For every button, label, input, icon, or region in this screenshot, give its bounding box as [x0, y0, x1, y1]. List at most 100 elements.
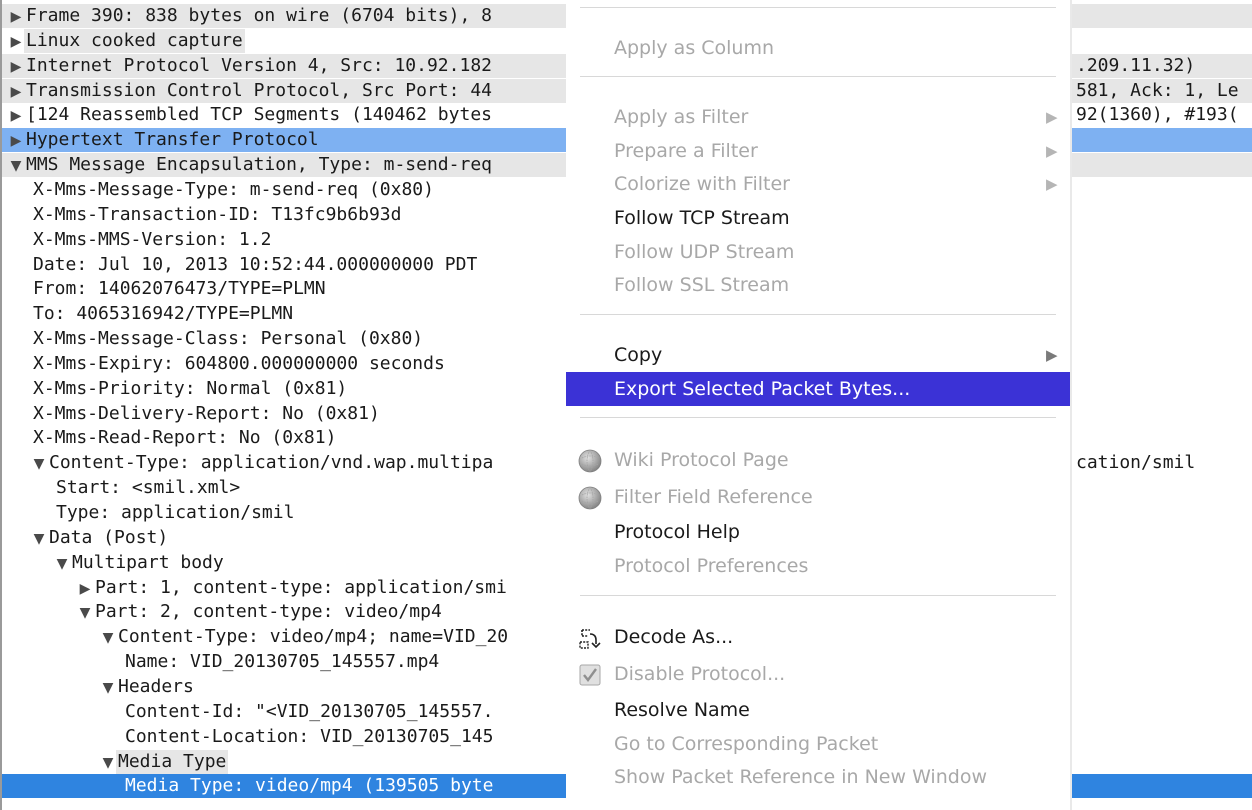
expand-right-icon[interactable]: ▶ [8, 55, 24, 78]
submenu-arrow-icon: ▶ [1046, 142, 1058, 160]
menu-item-label: Filter Field Reference [614, 486, 813, 508]
menu-item-prepare-a-filter[interactable]: Prepare a Filter ▶ [566, 134, 1070, 168]
expand-down-icon[interactable]: ▼ [54, 552, 70, 575]
menu-item-show-packet-reference-in-new-window[interactable]: Show Packet Reference in New Window [566, 760, 1070, 794]
tree-row-label: To: 4065316942/TYPE=PLMN [33, 303, 294, 325]
tree-row-label: Linux cooked capture [24, 28, 245, 53]
menu-item-copy[interactable]: Copy ▶ [566, 338, 1070, 372]
menu-separator [580, 7, 1056, 8]
tree-row-overflow-text: 92(1360), #193( [1076, 104, 1239, 126]
tree-row-label: MMS Message Encapsulation, Type: m-send-… [26, 154, 492, 176]
tree-row-label: Content-Type: application/vnd.wap.multip… [49, 452, 494, 474]
tree-row-label: Content-Type: video/mp4; name=VID_20 [118, 626, 509, 648]
tree-row-label: X-Mms-Message-Type: m-send-req (0x80) [33, 178, 434, 200]
tree-row-label: X-Mms-MMS-Version: 1.2 [33, 228, 272, 250]
menu-separator [580, 595, 1056, 596]
menu-item-label: Show Packet Reference in New Window [614, 766, 987, 788]
expand-right-icon[interactable]: ▶ [8, 30, 24, 53]
tree-row-label: Headers [118, 675, 194, 697]
menu-item-protocol-preferences[interactable]: Protocol Preferences [566, 549, 1070, 583]
globe-icon [578, 486, 602, 510]
tree-row-label: Type: application/smil [56, 502, 295, 523]
menu-item-label: Copy [614, 344, 663, 366]
expand-right-icon[interactable]: ▶ [8, 129, 24, 152]
tree-row-label: Media Type [116, 749, 229, 774]
tree-row-label: Media Type: video/mp4 (139505 byte [125, 775, 494, 797]
menu-item-label: Colorize with Filter [614, 173, 790, 195]
tree-row-label: Date: Jul 10, 2013 10:52:44.000000000 PD… [33, 253, 478, 275]
tree-row-label: Content-Id: "<VID_20130705_145557. [125, 700, 494, 722]
globe-icon [578, 449, 602, 473]
expand-down-icon[interactable]: ▼ [77, 601, 93, 624]
menu-item-apply-as-filter[interactable]: Apply as Filter ▶ [566, 100, 1070, 134]
menu-item-protocol-help[interactable]: Protocol Help [566, 515, 1070, 549]
tree-row-label: Transmission Control Protocol, Src Port:… [26, 79, 492, 101]
tree-row-label: [124 Reassembled TCP Segments (140462 by… [26, 104, 492, 126]
menu-item-follow-tcp-stream[interactable]: Follow TCP Stream [566, 201, 1070, 235]
tree-row-label: X-Mms-Expiry: 604800.000000000 seconds [33, 352, 445, 374]
expand-down-icon[interactable]: ▼ [100, 676, 116, 699]
menu-item-follow-ssl-stream[interactable]: Follow SSL Stream [566, 268, 1070, 302]
menu-item-decode-as[interactable]: Decode As... [566, 620, 1070, 654]
menu-item-label: Prepare a Filter [614, 140, 758, 162]
tree-row-overflow-text: cation/smil [1076, 452, 1196, 474]
tree-row-label: X-Mms-Message-Class: Personal (0x80) [33, 328, 424, 350]
tree-row-label: Frame 390: 838 bytes on wire (6704 bits)… [26, 5, 492, 26]
expand-down-icon[interactable]: ▼ [8, 154, 24, 177]
menu-item-label: Apply as Filter [614, 106, 749, 128]
tree-row-label: Name: VID_20130705_145557.mp4 [125, 651, 440, 673]
submenu-arrow-icon: ▶ [1046, 108, 1058, 126]
submenu-arrow-icon: ▶ [1046, 346, 1058, 364]
tree-row-overflow-text: 581, Ack: 1, Le [1076, 79, 1239, 101]
tree-row-label: X-Mms-Transaction-ID: T13fc9b6b93d [33, 203, 402, 225]
submenu-arrow-icon: ▶ [1046, 175, 1058, 193]
context-menu[interactable]: Apply as Column Apply as Filter ▶ Prepare a… [566, 0, 1070, 810]
menu-item-wiki-protocol-page[interactable]: Wiki Protocol Page [566, 443, 1070, 477]
tree-row-label: Data (Post) [49, 526, 169, 548]
expand-down-icon[interactable]: ▼ [31, 452, 47, 475]
tree-row-label: From: 14062076473/TYPE=PLMN [33, 278, 326, 300]
tree-row-label: Content-Location: VID_20130705_145 [125, 725, 494, 747]
menu-item-go-to-corresponding-packet[interactable]: Go to Corresponding Packet [566, 727, 1070, 761]
menu-item-label: Wiki Protocol Page [614, 449, 789, 471]
menu-item-label: Protocol Help [614, 521, 740, 543]
menu-item-label: Resolve Name [614, 699, 750, 721]
menu-separator [580, 76, 1056, 77]
tree-row-overflow-text: .209.11.32) [1076, 54, 1196, 76]
menu-item-label: Follow TCP Stream [614, 207, 790, 229]
tree-row-label: X-Mms-Priority: Normal (0x81) [33, 377, 348, 399]
menu-item-resolve-name[interactable]: Resolve Name [566, 693, 1070, 727]
menu-item-disable-protocol[interactable]: Disable Protocol... [566, 657, 1070, 691]
menu-separator [580, 417, 1056, 418]
menu-separator [580, 314, 1056, 315]
menu-item-filter-field-reference[interactable]: Filter Field Reference [566, 480, 1070, 514]
expand-down-icon[interactable]: ▼ [31, 527, 47, 550]
menu-item-apply-as-column[interactable]: Apply as Column [566, 31, 1070, 65]
checkbox-icon [578, 663, 602, 687]
menu-item-colorize-with-filter[interactable]: Colorize with Filter ▶ [566, 167, 1070, 201]
tree-row-label: X-Mms-Delivery-Report: No (0x81) [33, 402, 380, 424]
menu-item-label: Decode As... [614, 626, 734, 648]
tree-row-label: Start: <smil.xml> [56, 477, 241, 499]
tree-row-label: Part: 1, content-type: application/smi [95, 576, 507, 598]
tree-row-label: Hypertext Transfer Protocol [26, 129, 319, 151]
expand-right-icon[interactable]: ▶ [77, 577, 93, 600]
expand-down-icon[interactable]: ▼ [100, 626, 116, 649]
expand-right-icon[interactable]: ▶ [8, 5, 24, 28]
decode-icon [578, 626, 602, 650]
menu-item-label: Follow SSL Stream [614, 274, 790, 296]
tree-row-label: Multipart body [72, 551, 224, 573]
menu-item-label: Follow UDP Stream [614, 241, 795, 263]
tree-row-label: Internet Protocol Version 4, Src: 10.92.… [26, 54, 492, 76]
menu-item-label: Export Selected Packet Bytes... [614, 378, 911, 400]
menu-item-follow-udp-stream[interactable]: Follow UDP Stream [566, 235, 1070, 269]
tree-row-label: X-Mms-Read-Report: No (0x81) [33, 427, 337, 449]
tree-row-label: Part: 2, content-type: video/mp4 [95, 601, 442, 623]
menu-item-export-selected-packet-bytes[interactable]: Export Selected Packet Bytes... [566, 372, 1070, 406]
menu-item-label: Disable Protocol... [614, 663, 786, 685]
menu-item-label: Apply as Column [614, 37, 775, 59]
expand-down-icon[interactable]: ▼ [100, 751, 116, 774]
expand-right-icon[interactable]: ▶ [8, 80, 24, 103]
menu-item-label: Go to Corresponding Packet [614, 733, 879, 755]
expand-right-icon[interactable]: ▶ [8, 104, 24, 127]
